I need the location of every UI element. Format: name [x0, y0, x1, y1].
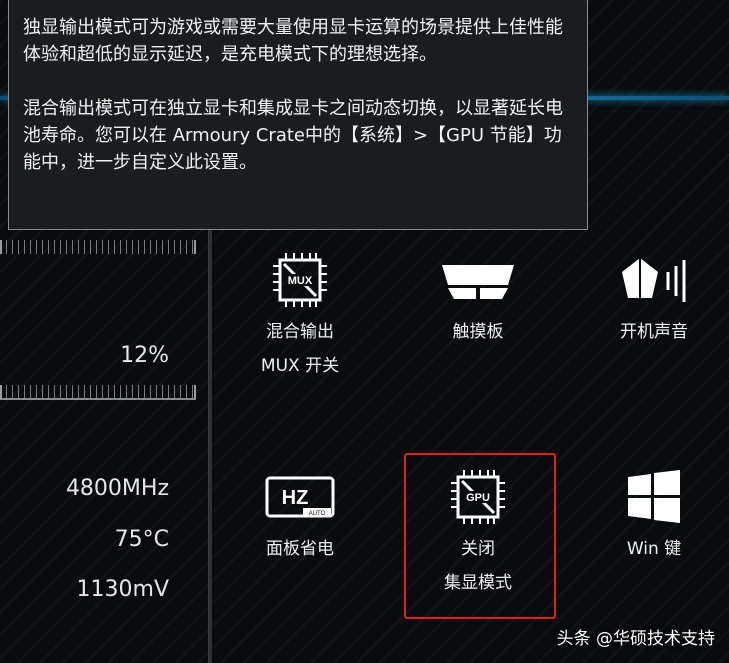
- temperature-value: 75°C: [114, 527, 169, 552]
- touchpad-tile[interactable]: 触摸板: [404, 245, 552, 349]
- touchpad-tile-label: 触摸板: [452, 322, 504, 342]
- mux-tooltip: 独显输出模式可为游戏或需要大量使用显卡运算的场景提供上佳性能体验和超低的显示延迟…: [8, 0, 588, 230]
- sound-tile-label: 开机声音: [620, 322, 688, 342]
- svg-text:HZ: HZ: [282, 487, 309, 509]
- panel-power-save-tile[interactable]: HZ AUTO 面板省电: [226, 462, 374, 566]
- mux-tile-label1: 混合输出: [266, 322, 334, 342]
- svg-text:MUX: MUX: [288, 275, 313, 287]
- win-key-tile[interactable]: Win 键: [580, 462, 728, 566]
- frequency-value: 4800MHz: [65, 476, 169, 501]
- boot-sound-tile[interactable]: 开机声音: [580, 245, 728, 349]
- mux-tile-label2: MUX 开关: [260, 356, 340, 376]
- mux-chip-icon: MUX: [226, 245, 374, 315]
- panel-tile-label: 面板省电: [266, 539, 334, 559]
- watermark: 头条 @华硕技术支持: [556, 629, 715, 649]
- win-tile-label: Win 键: [626, 539, 682, 559]
- highlight-frame: [404, 453, 556, 619]
- speaker-icon: [580, 245, 728, 315]
- tooltip-paragraph-1: 独显输出模式可为游戏或需要大量使用显卡运算的场景提供上佳性能体验和超低的显示延迟…: [23, 17, 563, 65]
- windows-icon: [580, 462, 728, 532]
- svg-text:AUTO: AUTO: [309, 511, 326, 517]
- hz-auto-icon: HZ AUTO: [226, 462, 374, 532]
- mux-switch-tile[interactable]: MUX 混合输出 MUX 开关: [226, 245, 374, 383]
- tooltip-paragraph-2: 混合输出模式可在独立显卡和集成显卡之间动态切换，以显著延长电池寿命。您可以在 A…: [23, 98, 563, 173]
- ruler-bottom: [0, 385, 196, 399]
- voltage-value: 1130mV: [76, 577, 169, 602]
- usage-percent: 12%: [120, 343, 169, 368]
- ruler-top: [0, 240, 196, 254]
- touchpad-icon: [404, 245, 552, 315]
